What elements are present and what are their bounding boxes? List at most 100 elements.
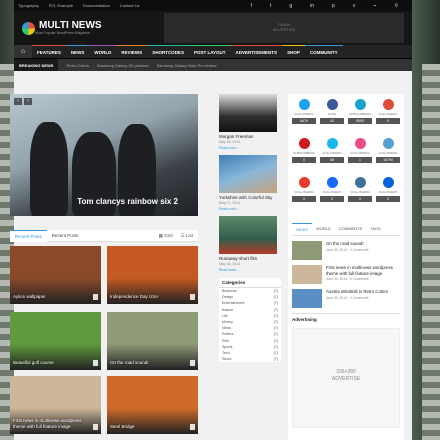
facebook-icon[interactable] xyxy=(326,99,338,110)
grid-post-title[interactable]: Beautiful golf course xyxy=(13,360,91,366)
grid-post-title[interactable]: Steel Bridge xyxy=(110,424,188,430)
social-counter[interactable]: FOLLOWERS 0 xyxy=(290,175,318,214)
flickr-icon[interactable] xyxy=(382,177,394,188)
youtube-icon[interactable] xyxy=(298,138,310,149)
tab-news[interactable]: NEWS xyxy=(292,223,312,235)
google-plus-icon[interactable] xyxy=(382,99,394,110)
grid-post-card[interactable]: First news in multinews wordpress theme … xyxy=(10,376,101,434)
instagram-icon[interactable] xyxy=(354,177,366,188)
home-icon[interactable]: ⌂ xyxy=(14,45,32,58)
read-more-link[interactable]: Read more... xyxy=(219,207,279,211)
sidebar-post-thumb[interactable] xyxy=(292,265,322,284)
slider-next-button[interactable]: › xyxy=(24,98,32,105)
grid-post-title[interactable]: Independence Day USA xyxy=(110,294,188,300)
list-view-button[interactable]: ☰ List xyxy=(181,233,193,239)
top-link[interactable]: RTL Example xyxy=(49,3,73,8)
twitter-icon[interactable]: t xyxy=(270,3,271,9)
grid-post-title[interactable]: First news in multinews wordpress theme … xyxy=(13,418,91,430)
sidebar-post[interactable]: Austria Windmill in Retro Colors June 30,… xyxy=(292,289,400,308)
rss-icon[interactable] xyxy=(354,99,366,110)
breaking-news-item[interactable]: Samsung Galaxy S5 pictures xyxy=(97,63,149,68)
pinterest-icon[interactable]: p xyxy=(332,3,335,9)
nav-item-reviews[interactable]: REVIEWS xyxy=(116,45,148,58)
lastfm-icon[interactable] xyxy=(298,177,310,188)
read-more-link[interactable]: Read more... xyxy=(219,268,279,272)
header-ad[interactable]: 728x90 ADVERTISE xyxy=(164,13,404,43)
category-name[interactable]: Entertainment xyxy=(222,301,244,305)
social-counter[interactable]: SUBSCRIBERS 0 xyxy=(290,136,318,175)
sidebar-post-title[interactable]: Austria Windmill in Retro Colors xyxy=(326,289,388,295)
top-link[interactable]: Contact Us xyxy=(120,3,140,8)
twitter-icon[interactable] xyxy=(298,99,310,110)
social-counter[interactable]: FOLLOWERS 68 xyxy=(318,136,346,175)
search-icon[interactable]: ⚲ xyxy=(394,3,398,9)
nav-item-news[interactable]: NEWS xyxy=(65,45,90,58)
sidebar-ad[interactable]: 336×280 ADVERTISE xyxy=(292,328,400,428)
nav-item-world[interactable]: WORLD xyxy=(89,45,117,58)
mid-post-title[interactable]: Morgan Freeman xyxy=(219,134,279,139)
sidebar-post-title[interactable]: On the road sound! xyxy=(326,241,369,247)
social-counter[interactable]: FOLLOWERS 1 xyxy=(346,136,374,175)
logo-icon[interactable] xyxy=(22,21,35,35)
mid-post-image[interactable] xyxy=(219,216,277,254)
sidebar-post-thumb[interactable] xyxy=(292,241,322,260)
sidebar-post-thumb[interactable] xyxy=(292,289,322,308)
grid-post-card[interactable]: On the road sound! xyxy=(107,312,198,370)
nav-item-post-layout[interactable]: POST LAYOUT xyxy=(188,45,231,58)
breaking-news-item[interactable]: Samsung Galaxy Note Pro review xyxy=(157,63,217,68)
mid-post-image[interactable] xyxy=(219,155,277,193)
slider-prev-button[interactable]: ‹ xyxy=(14,98,22,105)
nav-item-advertisements[interactable]: ADVERTISEMENTS xyxy=(230,45,283,58)
nav-item-shortcodes[interactable]: SHORTCODES xyxy=(147,45,189,58)
facebook-icon[interactable]: f xyxy=(251,3,252,9)
nav-item-community[interactable]: COMMUNITY xyxy=(304,45,343,58)
category-name[interactable]: Life xyxy=(222,314,228,318)
sidebar-post[interactable]: First news in multinews wordpress theme … xyxy=(292,265,400,284)
dribbble-icon[interactable] xyxy=(354,138,366,149)
social-counter[interactable]: FOLLOWERS 0 xyxy=(346,175,374,214)
nav-item-features[interactable]: FEATURES xyxy=(32,45,66,58)
read-more-link[interactable]: Read more... xyxy=(219,146,279,150)
top-link[interactable]: Documentation xyxy=(83,3,110,8)
google-plus-icon[interactable]: g xyxy=(289,3,292,9)
tab-recent-posts-alt[interactable]: Recent Posts xyxy=(47,230,84,242)
category-name[interactable]: feature xyxy=(222,308,233,312)
category-name[interactable]: Tech xyxy=(222,351,230,355)
tab-recent-posts[interactable]: Recent Posts xyxy=(10,229,47,242)
social-counter[interactable]: FOLLOWERS 8479 xyxy=(290,97,318,136)
breaking-news-item[interactable]: Retro Colors xyxy=(66,63,88,68)
site-title[interactable]: MULTI NEWS xyxy=(39,20,102,31)
social-counter[interactable]: FANS 42 xyxy=(318,97,346,136)
category-item[interactable]: World (7) xyxy=(219,356,281,362)
grid-view-button[interactable]: ▦ Grid xyxy=(159,233,173,239)
category-name[interactable]: Politics xyxy=(222,332,233,336)
grid-post-card[interactable]: Independence Day USA xyxy=(107,246,198,304)
top-link[interactable]: Typography xyxy=(18,3,39,8)
nav-item-shop[interactable]: SHOP xyxy=(282,45,305,58)
category-name[interactable]: Money xyxy=(222,320,233,324)
tab-world[interactable]: WORLD xyxy=(312,223,335,235)
soundcloud-icon[interactable] xyxy=(382,138,394,149)
category-name[interactable]: World xyxy=(222,357,231,361)
category-name[interactable]: News xyxy=(222,326,231,330)
social-counter[interactable]: SUBSCRIBERS 5593 xyxy=(346,97,374,136)
vimeo-icon[interactable] xyxy=(326,138,338,149)
category-name[interactable]: Rich xyxy=(222,339,229,343)
category-name[interactable]: Business xyxy=(222,289,237,293)
sidebar-post-title[interactable]: First news in multinews wordpress theme … xyxy=(326,265,400,276)
grid-post-card[interactable]: Steel Bridge xyxy=(107,376,198,434)
category-name[interactable]: Sports xyxy=(222,345,232,349)
social-counter[interactable]: FOLLOWERS 0 xyxy=(318,175,346,214)
social-counter[interactable]: FOLLOWERS 0 xyxy=(374,175,402,214)
slider-caption[interactable]: Tom clancys rainbow six 2 xyxy=(10,197,198,206)
mid-post-title[interactable]: Runaway short film xyxy=(219,256,279,261)
featured-slider[interactable]: ‹ › Tom clancys rainbow six 2 xyxy=(10,94,198,216)
social-counter[interactable]: FOLLOWERS 16790 xyxy=(374,136,402,175)
mid-post-image[interactable] xyxy=(219,94,277,132)
grid-post-card[interactable]: Aylion wallpaper xyxy=(10,246,101,304)
tab-tags[interactable]: TAGS xyxy=(366,223,385,235)
grid-post-title[interactable]: On the road sound! xyxy=(110,360,188,366)
sidebar-post[interactable]: On the road sound! June 30, 2014 · 0 Comm… xyxy=(292,241,400,260)
category-name[interactable]: Design xyxy=(222,295,233,299)
grid-post-title[interactable]: Aylion wallpaper xyxy=(13,294,91,300)
